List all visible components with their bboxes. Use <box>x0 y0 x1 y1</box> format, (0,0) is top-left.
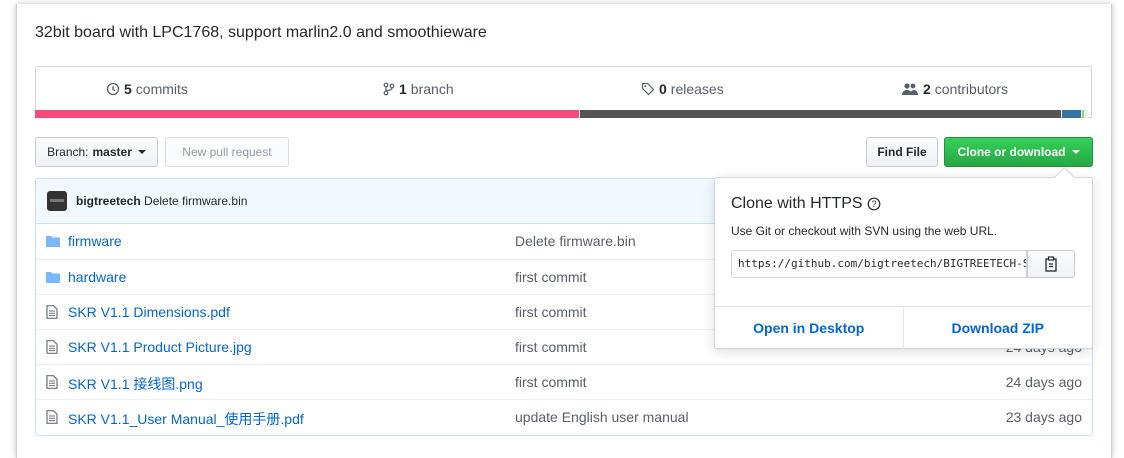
find-file-button[interactable]: Find File <box>866 137 938 167</box>
question-icon[interactable]: ? <box>867 197 881 211</box>
folder-icon <box>46 270 60 286</box>
commit-message-link[interactable]: first commit <box>515 374 587 390</box>
popover-title-text: Clone with HTTPS <box>731 195 863 212</box>
people-icon <box>902 83 918 95</box>
download-zip-button[interactable]: Download ZIP <box>904 307 1093 349</box>
open-in-desktop-button[interactable]: Open in Desktop <box>715 307 904 349</box>
table-row: SKR V1.1 接线图.png first commit 24 days ago <box>36 364 1092 400</box>
branch-label: branch <box>410 81 454 97</box>
popover-footer: Open in Desktop Download ZIP <box>715 306 1092 349</box>
clone-popover: Clone with HTTPS ? Use Git or checkout w… <box>714 166 1093 349</box>
language-bar[interactable] <box>35 110 1092 118</box>
new-pull-request-button[interactable]: New pull request <box>165 137 289 167</box>
language-segment[interactable] <box>580 110 1062 118</box>
svg-text:?: ? <box>871 199 876 209</box>
commits-label: commits <box>135 81 188 97</box>
caret-down-icon <box>137 150 146 154</box>
file-name-link[interactable]: hardware <box>68 269 126 285</box>
releases-count: 0 <box>659 81 667 97</box>
contributors-count: 2 <box>923 81 931 97</box>
commit-age: 24 days ago <box>1005 374 1082 390</box>
file-name-link[interactable]: SKR V1.1_User Manual_使用手册.pdf <box>68 409 304 429</box>
language-segment[interactable] <box>35 110 580 118</box>
copy-url-button[interactable] <box>1027 250 1075 278</box>
branch-icon <box>383 82 395 96</box>
commits-count: 5 <box>124 81 132 97</box>
branch-name: master <box>92 145 132 159</box>
commit-age: 23 days ago <box>1005 409 1082 425</box>
popover-title: Clone with HTTPS ? <box>731 195 881 213</box>
language-segment[interactable] <box>1082 110 1085 118</box>
file-icon <box>46 340 58 357</box>
language-segment[interactable] <box>1085 110 1088 118</box>
table-row: SKR V1.1_User Manual_使用手册.pdf update Engl… <box>36 399 1092 435</box>
tag-icon <box>641 82 655 96</box>
branch-prefix: Branch: <box>47 145 89 159</box>
clone-or-download-label: Clone or download <box>957 145 1066 159</box>
history-icon <box>106 82 120 96</box>
commits-link[interactable]: 5 commits <box>106 81 188 97</box>
caret-down-icon <box>1071 150 1080 154</box>
branch-count: 1 <box>399 81 407 97</box>
clone-url-input[interactable]: https://github.com/bigtreetech/BIGTREETE… <box>731 250 1027 278</box>
last-commit-text: bigtreetech Delete firmware.bin <box>76 194 247 208</box>
repo-description: 32bit board with LPC1768, support marlin… <box>35 24 487 41</box>
commit-message-link[interactable]: update English user manual <box>515 409 689 425</box>
file-icon <box>46 375 58 392</box>
file-name-link[interactable]: firmware <box>68 233 122 249</box>
contributors-link[interactable]: 2 contributors <box>901 81 1008 97</box>
language-segment[interactable] <box>1062 110 1082 118</box>
branches-link[interactable]: 1 branch <box>383 81 454 97</box>
file-name-link[interactable]: SKR V1.1 接线图.png <box>68 374 203 394</box>
clone-or-download-button[interactable]: Clone or download <box>944 137 1093 167</box>
releases-link[interactable]: 0 releases <box>641 81 724 97</box>
releases-label: releases <box>670 81 724 97</box>
contributors-label: contributors <box>934 81 1008 97</box>
clone-help-text: Use Git or checkout with SVN using the w… <box>731 224 998 238</box>
folder-icon <box>46 234 60 250</box>
clipboard-icon <box>1045 256 1057 272</box>
commit-message-link[interactable]: first commit <box>515 269 587 285</box>
file-name-link[interactable]: SKR V1.1 Product Picture.jpg <box>68 339 252 355</box>
commit-message-link[interactable]: first commit <box>515 339 587 355</box>
file-icon <box>46 305 58 322</box>
commit-message[interactable]: Delete firmware.bin <box>144 194 247 208</box>
commit-author[interactable]: bigtreetech <box>76 194 141 208</box>
commit-message-link[interactable]: first commit <box>515 304 587 320</box>
file-icon <box>46 410 58 427</box>
avatar[interactable] <box>47 191 67 211</box>
commit-message-link[interactable]: Delete firmware.bin <box>515 233 636 249</box>
file-name-link[interactable]: SKR V1.1 Dimensions.pdf <box>68 304 230 320</box>
branch-select-button[interactable]: Branch: master <box>35 137 158 167</box>
